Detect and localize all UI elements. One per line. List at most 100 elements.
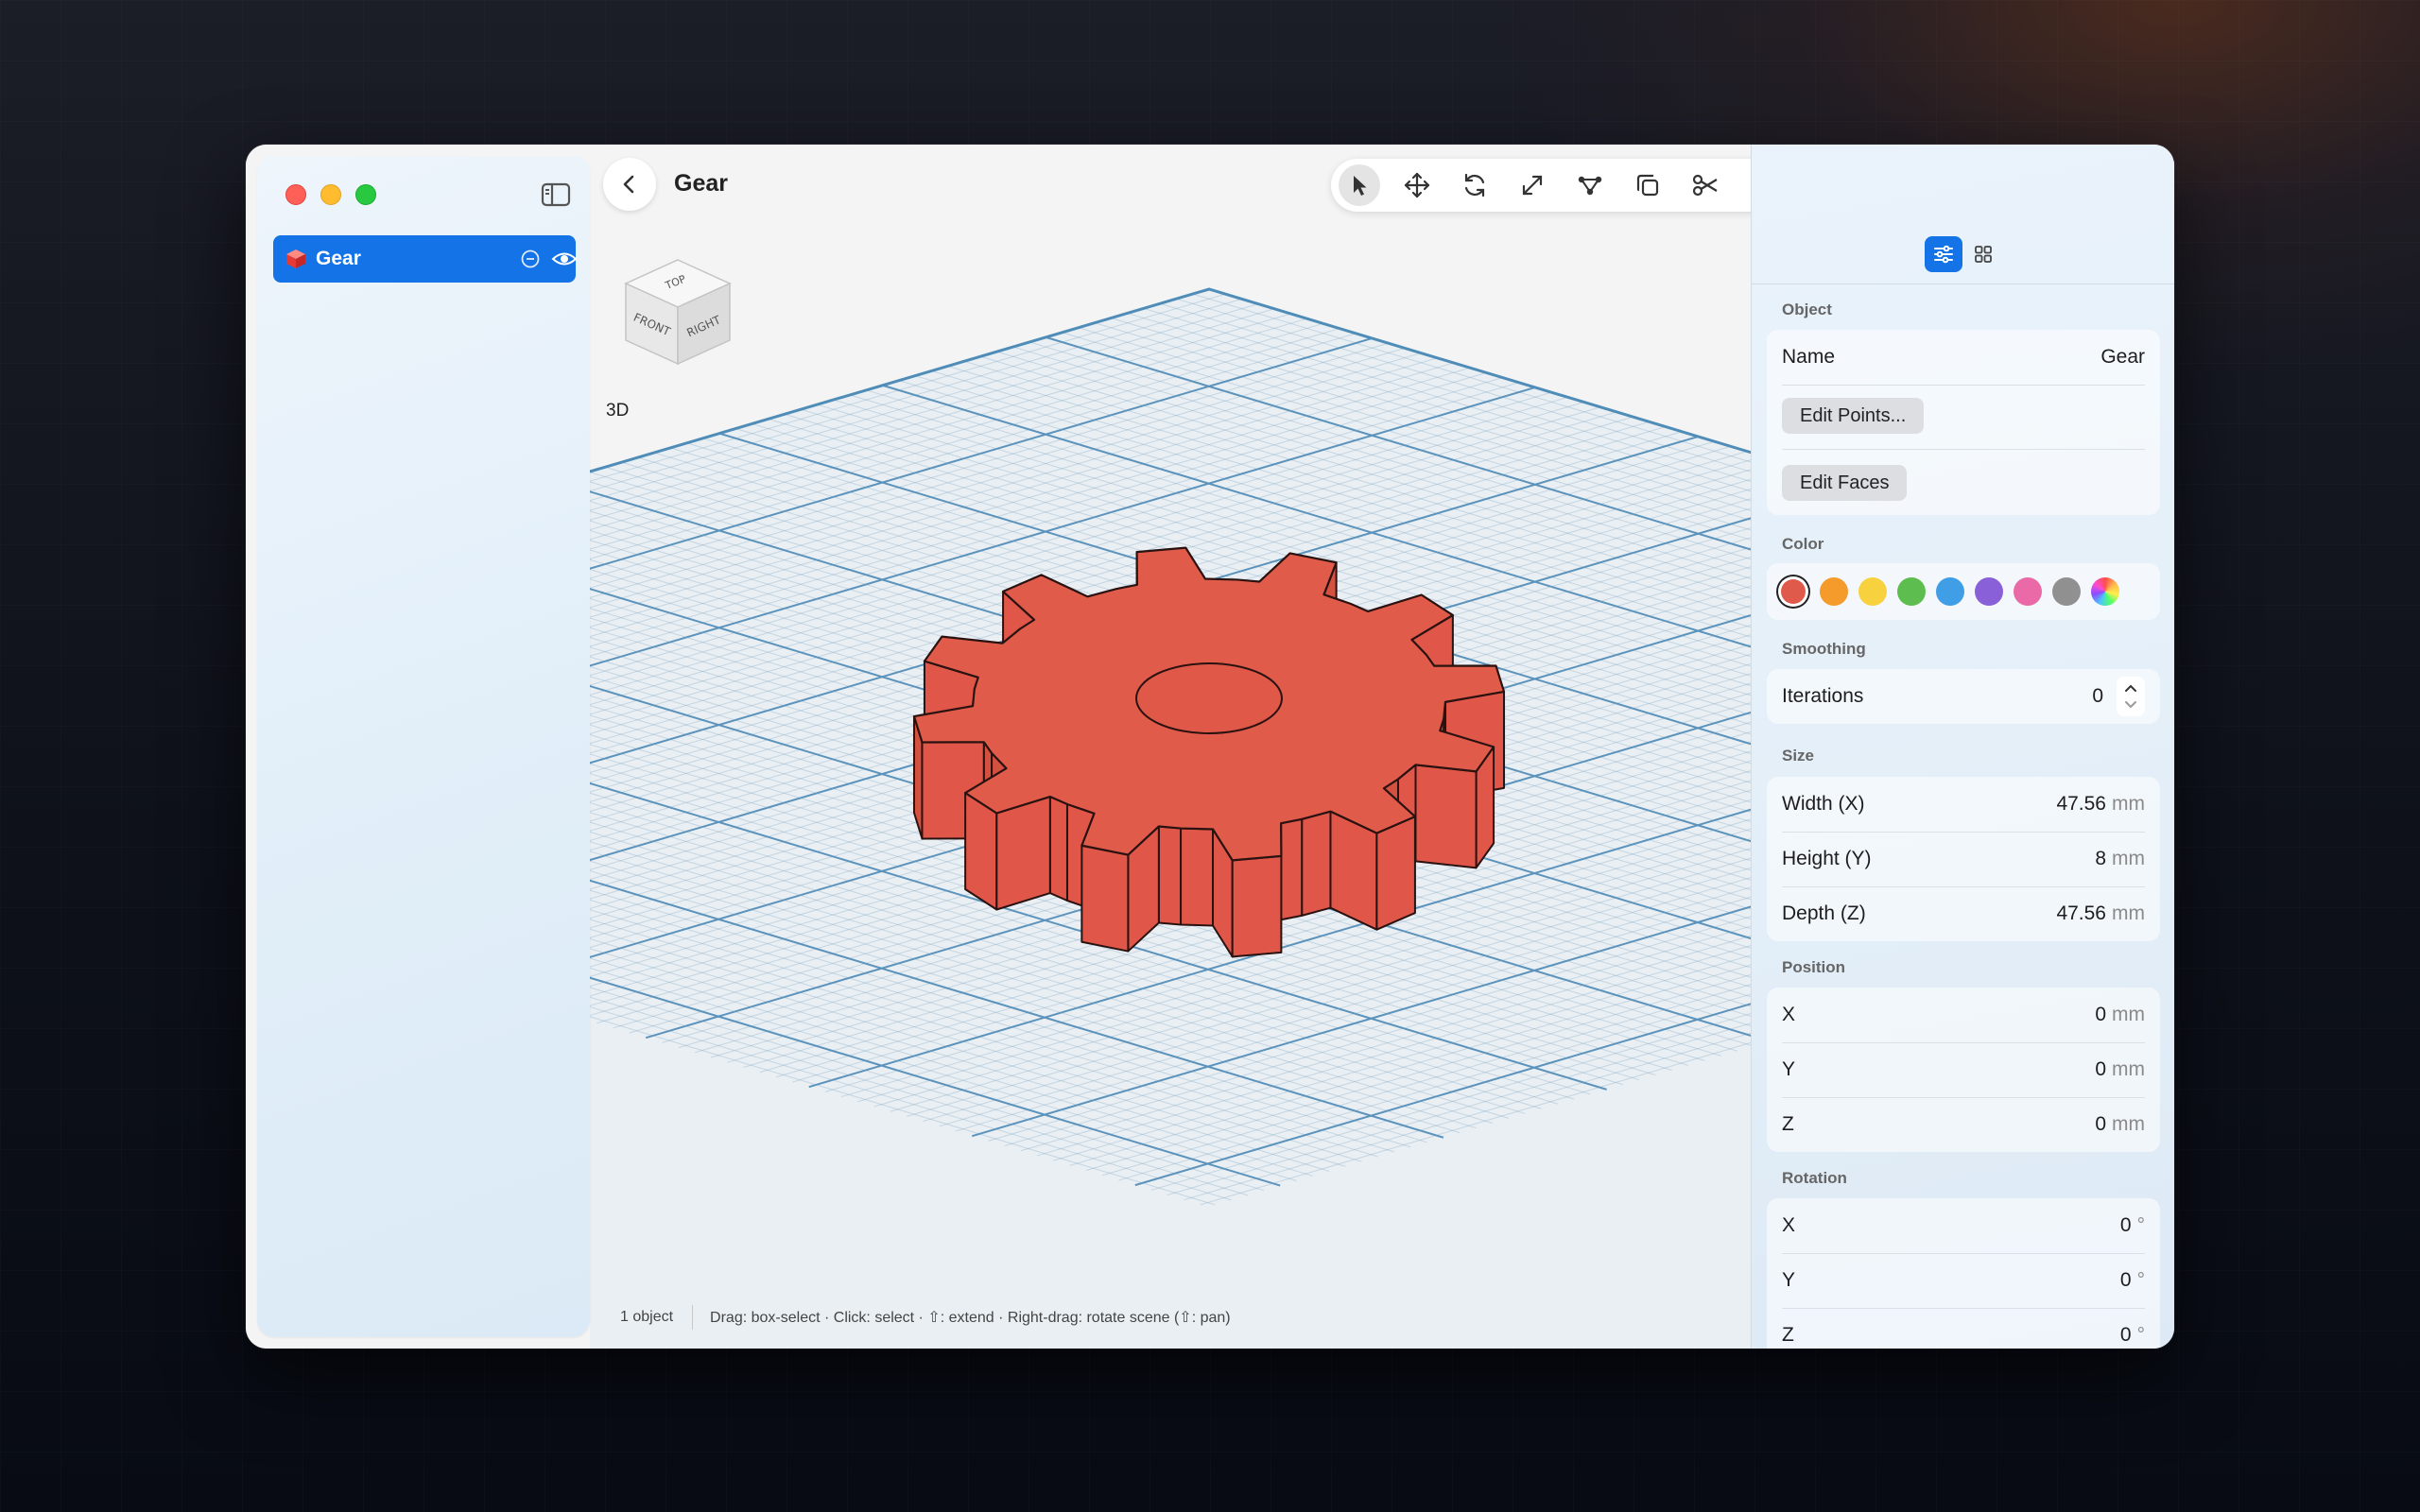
inspector-mode-switch <box>1925 236 2002 272</box>
width-label: Width (X) <box>1782 793 1865 815</box>
edit-vertices-icon[interactable] <box>1569 164 1611 206</box>
position-y-label: Y <box>1782 1058 1796 1080</box>
edit-faces-button[interactable]: Edit Faces <box>1782 465 1908 501</box>
sidebar-toggle-icon[interactable] <box>541 182 571 207</box>
position-y-row: Y 0 mm <box>1767 1042 2160 1097</box>
app-window: Gear Gear TOP FRONT RIGHT 3D 1 object Dr… <box>246 145 2174 1349</box>
close-window-button[interactable] <box>285 184 306 205</box>
color-card <box>1767 563 2160 620</box>
height-field[interactable]: 8 mm <box>2095 848 2145 870</box>
height-unit: mm <box>2112 848 2145 869</box>
gear-side-face <box>1080 844 1130 953</box>
view-cube[interactable]: TOP FRONT RIGHT <box>616 250 739 373</box>
duplicate-icon[interactable] <box>1627 164 1668 206</box>
rotation-x-row: X 0 ° <box>1767 1198 2160 1253</box>
position-x-value: 0 <box>2095 1004 2106 1025</box>
color-swatch-blue[interactable] <box>1936 577 1964 606</box>
section-title-color: Color <box>1782 535 1824 553</box>
rotation-card: X 0 ° Y 0 ° Z 0 ° <box>1767 1198 2160 1349</box>
row-divider <box>1782 449 2145 450</box>
rotation-z-unit: ° <box>2136 1324 2145 1346</box>
position-z-row: Z 0 mm <box>1767 1097 2160 1152</box>
back-button[interactable] <box>603 158 656 211</box>
rotation-x-value: 0 <box>2119 1214 2132 1236</box>
status-bar: 1 object Drag: box-select · Click: selec… <box>620 1305 1231 1330</box>
depth-label: Depth (Z) <box>1782 902 1866 924</box>
name-field[interactable]: Gear <box>2100 346 2145 369</box>
rotate-icon[interactable] <box>1454 164 1495 206</box>
inspector-panel: Object Name Gear Edit Points... Edit Fac… <box>1751 145 2174 1349</box>
position-y-field[interactable]: 0 mm <box>2095 1058 2145 1081</box>
rotation-y-label: Y <box>1782 1269 1796 1291</box>
rotation-y-unit: ° <box>2136 1269 2145 1291</box>
color-swatch-purple[interactable] <box>1975 577 2003 606</box>
sliders-icon[interactable] <box>1925 236 1962 272</box>
section-title-object: Object <box>1782 301 1832 318</box>
gear-side-face <box>1231 854 1283 958</box>
rotation-y-field[interactable]: 0 ° <box>2120 1269 2145 1292</box>
position-z-label: Z <box>1782 1113 1794 1135</box>
gear-side-face <box>995 796 1051 911</box>
position-z-field[interactable]: 0 mm <box>2095 1113 2145 1136</box>
interaction-hint: Drag: box-select · Click: select · ⇧: ex… <box>710 1310 1231 1326</box>
object-list-item[interactable]: Gear <box>273 235 578 283</box>
gear-side-face <box>1301 810 1332 917</box>
object-count: 1 object <box>620 1309 674 1325</box>
select-arrow-icon[interactable] <box>1339 164 1380 206</box>
rotation-z-field[interactable]: 0 ° <box>2120 1324 2145 1347</box>
gear-model[interactable] <box>912 546 1506 958</box>
gear-side-face <box>1414 764 1478 869</box>
move-icon[interactable] <box>1396 164 1438 206</box>
gear-side-face <box>1048 796 1068 902</box>
rotation-y-row: Y 0 ° <box>1767 1253 2160 1308</box>
row-divider <box>1782 385 2145 386</box>
iterations-value[interactable]: 0 <box>2092 685 2103 708</box>
section-title-rotation: Rotation <box>1782 1169 1847 1187</box>
width-unit: mm <box>2112 793 2145 815</box>
zoom-window-button[interactable] <box>355 184 376 205</box>
grid-view-icon[interactable] <box>1964 236 2002 272</box>
rotation-z-value: 0 <box>2119 1324 2132 1346</box>
position-x-unit: mm <box>2112 1004 2145 1025</box>
rotation-z-row: Z 0 ° <box>1767 1308 2160 1349</box>
section-title-smoothing: Smoothing <box>1782 640 1866 658</box>
height-value: 8 <box>2095 848 2106 869</box>
minimize-window-button[interactable] <box>320 184 341 205</box>
rotation-z-label: Z <box>1782 1324 1794 1346</box>
rotation-x-label: X <box>1782 1214 1796 1236</box>
rotation-y-value: 0 <box>2119 1269 2132 1291</box>
name-row: Name Gear <box>1767 330 2160 385</box>
size-card: Width (X) 47.56 mm Height (Y) 8 mm Depth (… <box>1767 777 2160 941</box>
position-z-value: 0 <box>2095 1113 2106 1135</box>
object-name: Gear <box>316 248 361 269</box>
object-card: Name Gear Edit Points... Edit Faces <box>1767 330 2160 515</box>
height-row: Height (Y) 8 mm <box>1767 832 2160 886</box>
depth-field[interactable]: 47.56 mm <box>2056 902 2145 925</box>
edit-points-button[interactable]: Edit Points... <box>1782 398 1925 434</box>
sidebar: Gear <box>257 156 590 1337</box>
width-field[interactable]: 47.56 mm <box>2056 793 2145 816</box>
color-swatch-green[interactable] <box>1897 577 1926 606</box>
iterations-row: Iterations 0 <box>1767 669 2160 724</box>
position-y-value: 0 <box>2095 1058 2106 1080</box>
cut-icon[interactable] <box>1685 164 1726 206</box>
color-swatch-red[interactable] <box>1781 579 1806 604</box>
gear-side-face <box>1375 816 1416 931</box>
minus-circle-icon[interactable] <box>520 249 541 269</box>
rotation-x-field[interactable]: 0 ° <box>2120 1214 2145 1237</box>
iterations-stepper[interactable] <box>2117 677 2145 716</box>
gear-hole <box>1135 662 1283 734</box>
color-swatch-orange[interactable] <box>1820 577 1848 606</box>
scale-icon[interactable] <box>1512 164 1553 206</box>
color-swatch-gray[interactable] <box>2052 577 2081 606</box>
eye-icon[interactable] <box>551 248 578 270</box>
color-swatch-pink[interactable] <box>2014 577 2042 606</box>
color-picker-icon[interactable] <box>2091 577 2119 606</box>
position-x-field[interactable]: 0 mm <box>2095 1004 2145 1026</box>
width-value: 47.56 <box>2056 793 2106 815</box>
section-title-position: Position <box>1782 958 1846 976</box>
color-swatch-yellow[interactable] <box>1858 577 1887 606</box>
cube-icon <box>285 248 307 270</box>
position-z-unit: mm <box>2112 1113 2145 1135</box>
view-mode-label[interactable]: 3D <box>606 401 629 421</box>
